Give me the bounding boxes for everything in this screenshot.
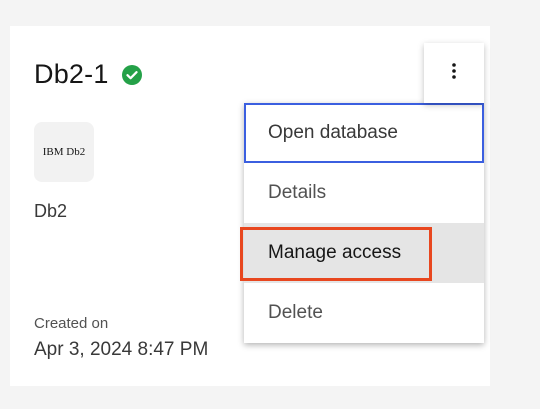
menu-item-delete[interactable]: Delete [244,283,484,343]
menu-item-label: Delete [268,302,323,323]
db2-logo-tile: IBM Db2 [34,122,94,182]
menu-item-label: Open database [268,122,398,143]
overflow-menu: Open database Details Manage access Dele… [240,103,484,343]
service-type: Db2 [34,201,68,221]
created-value: Apr 3, 2024 8:47 PM [34,339,209,360]
menu-item-open-database[interactable]: Open database [244,103,484,163]
card-title: Db2-1 [34,59,109,89]
overflow-menu-button[interactable] [424,43,484,103]
card-header: Db2-1 [34,59,142,90]
menu-item-manage-access[interactable]: Manage access [240,223,484,283]
menu-item-details[interactable]: Details [244,163,484,223]
db2-logo: IBM Db2 [42,146,86,158]
checkmark-filled-icon [121,64,142,85]
menu-item-label: Details [268,182,327,203]
created-label: Created on [34,315,109,332]
menu-item-label: Manage access [268,242,402,263]
overflow-menu-vertical-icon [451,62,457,85]
